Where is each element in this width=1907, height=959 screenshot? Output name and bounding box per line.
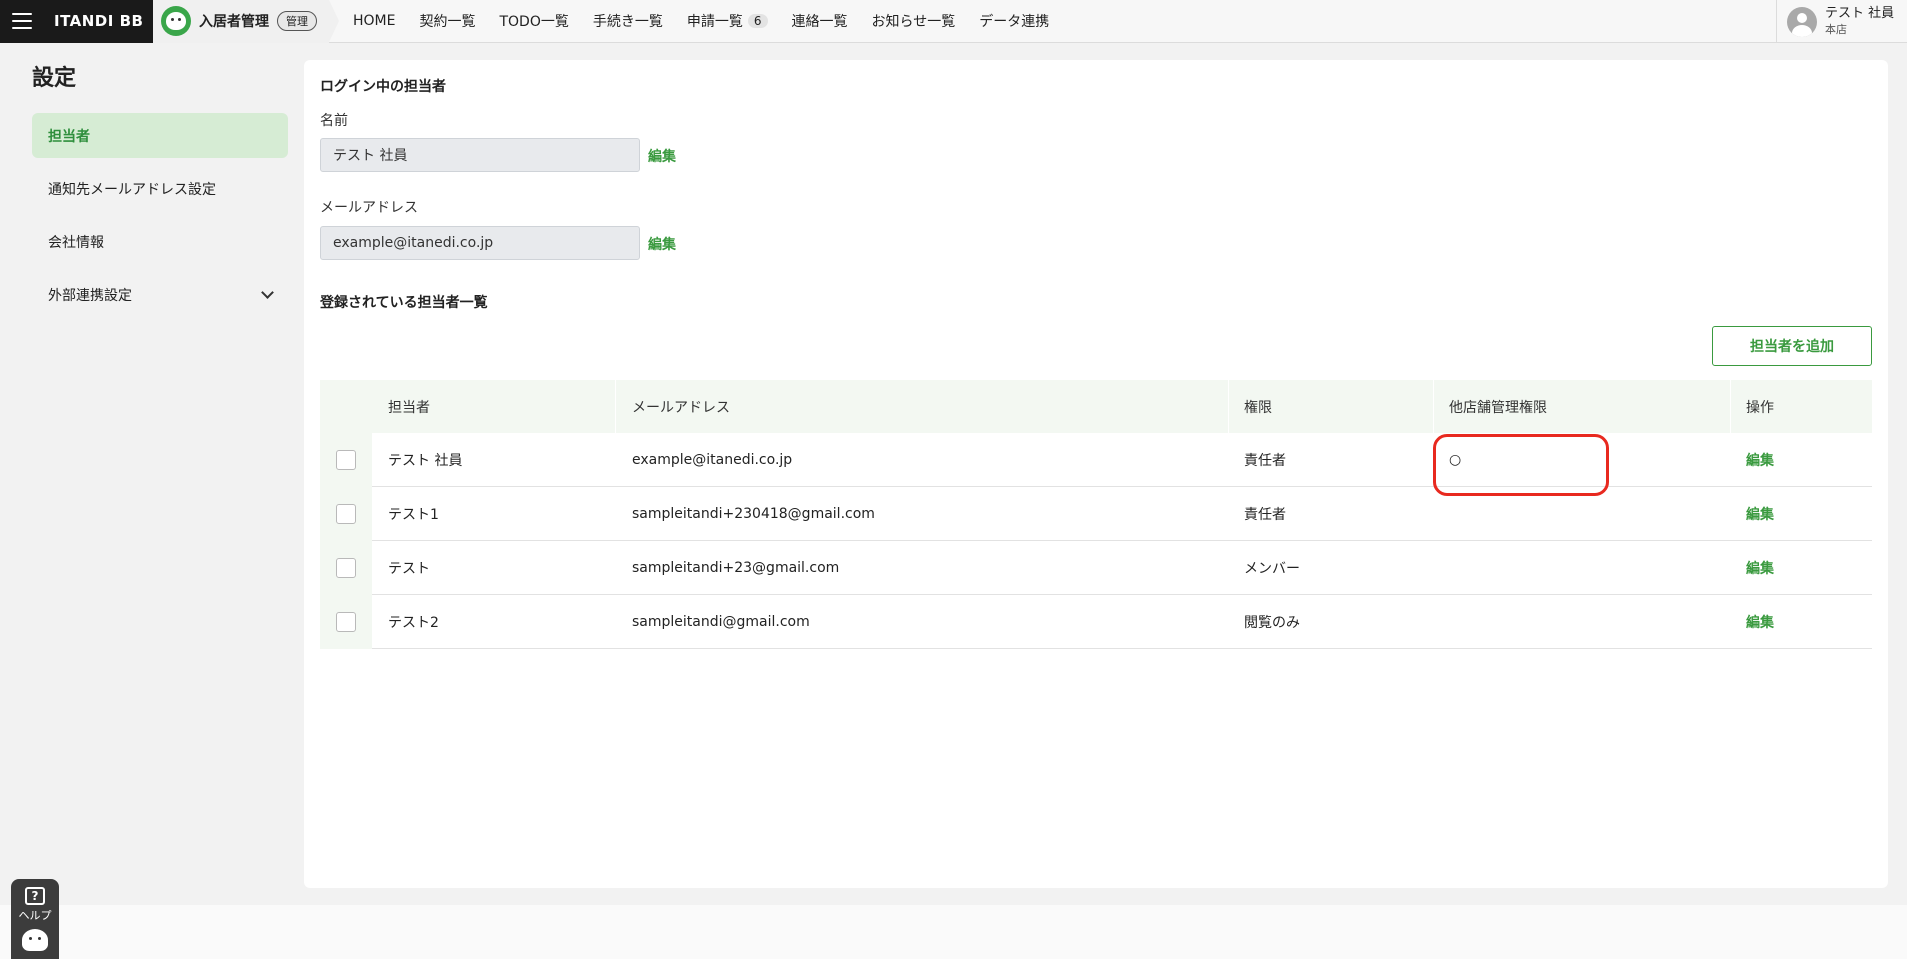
nav-applications[interactable]: 申請一覧 6 bbox=[687, 11, 768, 31]
col-header-role: 権限 bbox=[1244, 399, 1272, 416]
email-label: メールアドレス bbox=[320, 200, 418, 216]
nav-procedures[interactable]: 手続き一覧 bbox=[593, 11, 663, 31]
name-label: 名前 bbox=[320, 113, 348, 129]
row-edit-link[interactable]: 編集 bbox=[1746, 612, 1774, 632]
table-row: テスト1 sampleitandi+230418@gmail.com 責任者 編… bbox=[320, 487, 1872, 541]
staff-name: テスト bbox=[388, 560, 430, 577]
edit-email-link[interactable]: 編集 bbox=[648, 234, 676, 254]
row-checkbox[interactable] bbox=[336, 450, 356, 470]
user-avatar-icon bbox=[1787, 6, 1817, 37]
staff-email: sampleitandi@gmail.com bbox=[632, 613, 810, 630]
nav-contacts[interactable]: 連絡一覧 bbox=[792, 11, 848, 31]
row-checkbox[interactable] bbox=[336, 612, 356, 632]
nav-applications-count-badge: 6 bbox=[747, 14, 768, 28]
sidebar-item-external-integration[interactable]: 外部連携設定 bbox=[32, 272, 288, 317]
row-checkbox[interactable] bbox=[336, 558, 356, 578]
col-header-other-store-permission: 他店舗管理権限 bbox=[1449, 399, 1547, 416]
brand-area: ITANDI BB bbox=[0, 0, 153, 43]
staff-name: テスト 社員 bbox=[388, 452, 463, 469]
staff-role: 責任者 bbox=[1244, 452, 1286, 469]
chevron-down-icon bbox=[261, 286, 274, 299]
footer-band bbox=[0, 905, 1907, 959]
app-name: 入居者管理 bbox=[199, 14, 269, 30]
table-row: テスト2 sampleitandi@gmail.com 閲覧のみ 編集 bbox=[320, 595, 1872, 649]
main-nav: HOME 契約一覧 TODO一覧 手続き一覧 申請一覧 6 連絡一覧 お知らせ一… bbox=[353, 11, 1073, 31]
staff-role: メンバー bbox=[1244, 560, 1300, 577]
nav-todo[interactable]: TODO一覧 bbox=[499, 11, 568, 31]
add-staff-button[interactable]: 担当者を追加 bbox=[1712, 326, 1872, 366]
email-field: example@itanedi.co.jp bbox=[320, 226, 640, 260]
sidebar-item-label: 会社情報 bbox=[48, 234, 104, 251]
row-edit-link[interactable]: 編集 bbox=[1746, 504, 1774, 524]
login-staff-title: ログイン中の担当者 bbox=[320, 79, 446, 95]
staff-email: sampleitandi+230418@gmail.com bbox=[632, 505, 875, 522]
sidebar-item-staff[interactable]: 担当者 bbox=[32, 113, 288, 158]
staff-role: 閲覧のみ bbox=[1244, 614, 1300, 631]
app-mascot-icon bbox=[161, 6, 191, 36]
sidebar-item-label: 担当者 bbox=[48, 128, 90, 145]
staff-list-title: 登録されている担当者一覧 bbox=[320, 295, 488, 311]
app-role-badge: 管理 bbox=[277, 11, 317, 31]
page-title: 設定 bbox=[32, 66, 77, 91]
sidebar-item-label: 通知先メールアドレス設定 bbox=[48, 181, 216, 198]
settings-sidebar: 担当者 通知先メールアドレス設定 会社情報 外部連携設定 bbox=[32, 113, 288, 325]
user-store: 本店 bbox=[1825, 23, 1847, 36]
sidebar-item-company-info[interactable]: 会社情報 bbox=[32, 219, 288, 264]
mascot-icon bbox=[22, 929, 48, 951]
edit-name-link[interactable]: 編集 bbox=[648, 146, 676, 166]
staff-table: 担当者 メールアドレス 権限 他店舗管理権限 操作 テスト 社員 example… bbox=[320, 380, 1872, 649]
col-header-actions: 操作 bbox=[1746, 399, 1774, 416]
staff-name: テスト1 bbox=[388, 506, 439, 523]
name-field: テスト 社員 bbox=[320, 138, 640, 172]
top-bar: ITANDI BB 入居者管理 管理 HOME 契約一覧 TODO一覧 手続き一… bbox=[0, 0, 1907, 43]
brand-logo: ITANDI BB bbox=[54, 12, 144, 30]
user-menu[interactable]: テスト 社員 本店 bbox=[1776, 0, 1907, 43]
staff-email: sampleitandi+23@gmail.com bbox=[632, 559, 840, 576]
help-label: ヘルプ bbox=[18, 909, 52, 922]
staff-name: テスト2 bbox=[388, 614, 439, 631]
col-header-email: メールアドレス bbox=[632, 399, 730, 416]
nav-home[interactable]: HOME bbox=[353, 13, 395, 29]
user-name: テスト 社員 bbox=[1825, 6, 1895, 21]
table-row: テスト sampleitandi+23@gmail.com メンバー 編集 bbox=[320, 541, 1872, 595]
sidebar-item-label: 外部連携設定 bbox=[48, 287, 132, 304]
question-icon: ? bbox=[25, 887, 45, 905]
col-header-staff: 担当者 bbox=[388, 399, 430, 416]
app-switcher[interactable]: 入居者管理 管理 bbox=[153, 0, 339, 43]
main-panel: ログイン中の担当者 名前 テスト 社員 編集 メールアドレス example@i… bbox=[304, 60, 1888, 888]
highlight-annotation bbox=[1433, 434, 1609, 496]
staff-email: example@itanedi.co.jp bbox=[632, 451, 793, 468]
staff-role: 責任者 bbox=[1244, 506, 1286, 523]
table-header: 担当者 メールアドレス 権限 他店舗管理権限 操作 bbox=[320, 380, 1872, 433]
nav-contracts[interactable]: 契約一覧 bbox=[419, 11, 475, 31]
row-edit-link[interactable]: 編集 bbox=[1746, 450, 1774, 470]
table-row: テスト 社員 example@itanedi.co.jp 責任者 ○ 編集 bbox=[320, 433, 1872, 487]
nav-notices[interactable]: お知らせ一覧 bbox=[872, 11, 956, 31]
nav-data-link[interactable]: データ連携 bbox=[979, 11, 1049, 31]
help-button[interactable]: ? ヘルプ bbox=[11, 879, 59, 959]
sidebar-item-notification-email[interactable]: 通知先メールアドレス設定 bbox=[32, 166, 288, 211]
row-checkbox[interactable] bbox=[336, 504, 356, 524]
nav-applications-label: 申請一覧 bbox=[686, 14, 743, 30]
hamburger-menu-icon[interactable] bbox=[12, 13, 32, 29]
row-edit-link[interactable]: 編集 bbox=[1746, 558, 1774, 578]
